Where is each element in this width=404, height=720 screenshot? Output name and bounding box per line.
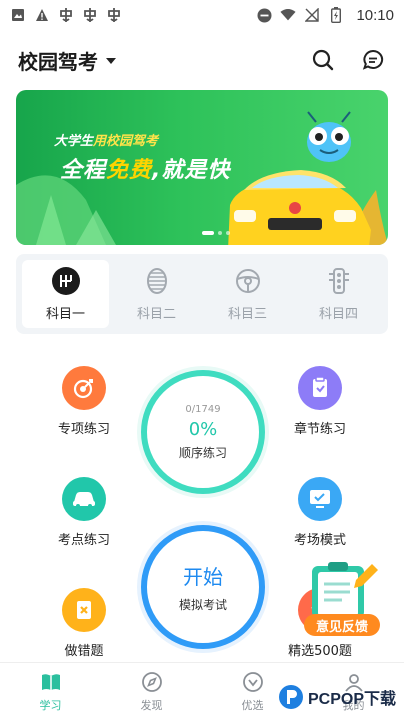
- app-icon: [106, 7, 122, 23]
- message-button[interactable]: [360, 47, 386, 73]
- steering-wheel-icon: [234, 267, 262, 295]
- header-actions: [310, 47, 386, 73]
- study-icon: [40, 671, 62, 693]
- status-bar: 10:10: [0, 0, 404, 30]
- clipboard-icon: [312, 562, 378, 618]
- status-time: 10:10: [356, 6, 394, 24]
- carousel-dot[interactable]: [218, 231, 222, 235]
- carousel-dot[interactable]: [202, 231, 214, 235]
- wrong-questions-label: 做错题: [64, 644, 104, 659]
- keypoint-practice-button[interactable]: 考点练习: [39, 477, 129, 548]
- banner-tag-prefix: 大学生: [54, 134, 94, 149]
- banner-slogan-b: ,就是快: [152, 158, 231, 183]
- feedback-button[interactable]: 意见反馈: [300, 560, 382, 642]
- carousel-indicator: [202, 231, 230, 235]
- subject-label: 科目四: [318, 306, 358, 322]
- best-500-label: 精选500题: [288, 644, 352, 659]
- mock-exam-button[interactable]: 开始 模拟考试: [141, 525, 265, 649]
- progress-percent: 0%: [188, 418, 218, 440]
- chapter-practice-button[interactable]: 章节练习: [275, 366, 365, 437]
- subject-tabs: 科目一 科目二 科目三 科目四: [16, 254, 388, 334]
- carousel-dot[interactable]: [226, 231, 230, 235]
- mock-exam-label: 模拟考试: [178, 598, 227, 612]
- status-left-icons: [10, 7, 122, 23]
- monitor-icon: [298, 477, 342, 521]
- tab-subject-four[interactable]: 科目四: [295, 260, 382, 328]
- caret-down-icon: [106, 58, 116, 64]
- tab-label: 学习: [39, 698, 62, 712]
- error-book-icon: [62, 588, 106, 632]
- image-icon: [10, 7, 26, 23]
- warning-icon: [34, 7, 50, 23]
- traffic-light-icon: [325, 267, 353, 295]
- sequence-practice-label: 顺序练习: [178, 445, 227, 460]
- tab-subject-three[interactable]: 科目三: [204, 260, 291, 328]
- target-icon: [62, 366, 106, 410]
- diamond-icon: [242, 671, 264, 693]
- watermark-logo-icon: [279, 685, 303, 709]
- car-icon: [62, 477, 106, 521]
- banner-slogan-a: 全程: [60, 158, 107, 183]
- battery-icon: [328, 7, 344, 23]
- app-icon: [58, 7, 74, 23]
- subject-label: 科目一: [45, 306, 85, 322]
- tab-discover[interactable]: 发现: [101, 663, 202, 720]
- exam-mode-label: 考场模式: [293, 533, 346, 548]
- mock-exam-start: 开始: [183, 565, 223, 589]
- no-signal-icon: [304, 7, 320, 23]
- do-not-disturb-icon: [256, 7, 272, 23]
- gearshift-icon: [51, 266, 80, 295]
- page-title: 校园驾考: [18, 49, 98, 74]
- subject-label: 科目二: [136, 306, 176, 322]
- banner-tag-highlight: 用校园驾考: [93, 134, 159, 149]
- subject-label: 科目三: [227, 306, 267, 322]
- topic-practice-button[interactable]: 专项练习: [39, 366, 129, 437]
- tab-study[interactable]: 学习: [0, 663, 101, 720]
- site-watermark: PCPOP下载: [278, 684, 396, 710]
- banner-slogan: 全程免费,就是快: [60, 152, 230, 184]
- message-icon: [362, 49, 384, 70]
- keypoint-practice-label: 考点练习: [57, 533, 110, 548]
- watermark-text: PCPOP下载: [308, 691, 397, 708]
- progress-count: 0/1749: [185, 403, 221, 415]
- book-icon: [298, 366, 342, 410]
- topic-practice-label: 专项练习: [57, 422, 110, 437]
- feedback-label: 意见反馈: [304, 614, 380, 636]
- tab-label: 优选: [241, 698, 264, 712]
- wrong-questions-button[interactable]: 做错题: [39, 588, 129, 659]
- app-icon: [82, 7, 98, 23]
- tab-subject-one[interactable]: 科目一: [22, 260, 109, 328]
- status-right-icons: 10:10: [256, 7, 394, 24]
- sequence-practice-button[interactable]: 0/1749 0% 顺序练习: [141, 370, 265, 494]
- school-selector[interactable]: 校园驾考: [18, 46, 116, 75]
- tire-icon: [143, 267, 171, 295]
- search-icon: [312, 49, 334, 71]
- app-header: 校园驾考: [0, 40, 404, 80]
- chapter-practice-label: 章节练习: [293, 422, 346, 437]
- banner-slogan-highlight: 免费: [106, 158, 153, 183]
- search-button[interactable]: [310, 47, 336, 73]
- promo-banner[interactable]: 大学生用校园驾考 全程免费,就是快: [16, 90, 388, 245]
- wifi-icon: [280, 7, 297, 23]
- tab-label: 发现: [140, 698, 163, 712]
- exam-mode-button[interactable]: 考场模式: [275, 477, 365, 548]
- tab-subject-two[interactable]: 科目二: [113, 260, 200, 328]
- banner-tagline: 大学生用校园驾考: [54, 130, 158, 149]
- compass-icon: [141, 671, 163, 693]
